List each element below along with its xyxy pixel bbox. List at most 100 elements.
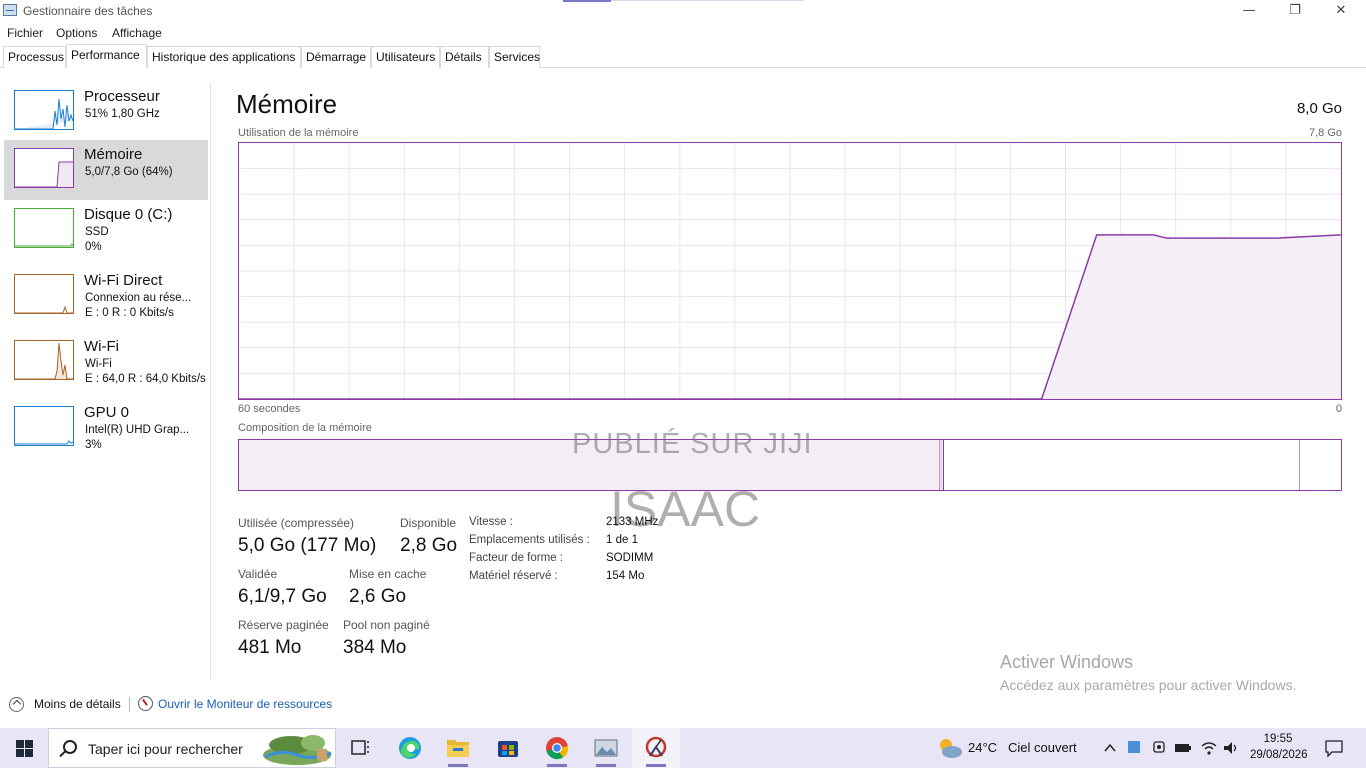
- weather-icon[interactable]: [936, 736, 964, 760]
- sidebar-item-detail: E : 64,0 R : 64,0 Kbits/s: [85, 373, 206, 385]
- defender-icon[interactable]: [1127, 740, 1141, 756]
- cpu-thumbnail: [14, 90, 74, 130]
- edge-icon[interactable]: [386, 728, 434, 768]
- sidebar-item-disque[interactable]: Disque 0 (C:) SSD 0%: [4, 200, 208, 260]
- watermark-line1: PUBLIÉ SUR JIJI: [572, 428, 813, 460]
- sidebar-item-detail: Intel(R) UHD Grap...: [85, 424, 190, 436]
- wifi-icon[interactable]: [1200, 739, 1218, 757]
- sidebar-item-label: Disque 0 (C:): [84, 206, 173, 223]
- sidebar-item-label: Mémoire: [84, 146, 143, 163]
- memory-thumbnail: [14, 148, 74, 188]
- performance-sidebar: Processeur 51% 1,80 GHz Mémoire 5,0/7,8 …: [0, 82, 211, 680]
- notifications-icon[interactable]: [1324, 738, 1344, 758]
- taskbar-clock[interactable]: 19:55 29/08/2026: [1250, 731, 1308, 763]
- sidebar-item-detail: 0%: [85, 241, 102, 253]
- battery-icon[interactable]: [1174, 740, 1192, 756]
- usage-chart-max: 7,8 Go: [1308, 127, 1342, 139]
- speed-value: 2133 MHz: [606, 516, 659, 528]
- resource-monitor-icon[interactable]: [138, 696, 153, 711]
- sidebar-item-detail: 3%: [85, 439, 102, 451]
- title-bar: Gestionnaire des tâches — ❐ ✕: [0, 0, 1366, 22]
- sidebar-item-detail: SSD: [85, 226, 109, 238]
- weather-description[interactable]: Ciel couvert: [1008, 740, 1077, 755]
- taskbar-search[interactable]: Taper ici pour rechercher: [48, 728, 336, 768]
- wifi-direct-thumbnail: [14, 274, 74, 314]
- cached-value: 2,6 Go: [349, 586, 407, 607]
- available-value: 2,8 Go: [400, 535, 458, 556]
- sidebar-item-wifi-direct[interactable]: Wi-Fi Direct Connexion au rése... E : 0 …: [4, 266, 208, 326]
- weather-temperature[interactable]: 24°C: [968, 740, 997, 755]
- cached-label: Mise en cache: [349, 567, 427, 581]
- memory-total: 8,0 Go: [1296, 100, 1342, 117]
- composition-label: Composition de la mémoire: [238, 422, 372, 434]
- nonpaged-pool-label: Pool non paginé: [343, 618, 430, 632]
- sidebar-item-label: Wi-Fi: [84, 338, 119, 355]
- minimize-button[interactable]: —: [1226, 0, 1272, 22]
- chevron-up-icon[interactable]: [1102, 740, 1118, 756]
- reserved-key: Matériel réservé :: [469, 570, 558, 582]
- watermark-line2: ISAAC: [610, 481, 761, 537]
- sidebar-item-label: GPU 0: [84, 404, 130, 421]
- chrome-icon[interactable]: [533, 728, 581, 768]
- committed-label: Validée: [238, 567, 278, 581]
- task-manager-taskbar-icon[interactable]: [632, 728, 680, 768]
- speed-key: Vitesse :: [469, 516, 513, 528]
- tab-services[interactable]: Services: [489, 46, 540, 68]
- sidebar-item-label: Processeur: [84, 88, 160, 105]
- tab-demarrage[interactable]: Démarrage: [301, 46, 371, 68]
- sidebar-item-detail: 5,0/7,8 Go (64%): [85, 166, 173, 178]
- menu-fichier[interactable]: Fichier: [7, 26, 43, 40]
- sidebar-item-detail: Connexion au rése...: [85, 292, 192, 304]
- window-title: Gestionnaire des tâches: [23, 4, 153, 18]
- less-details-button[interactable]: Moins de détails: [34, 697, 121, 711]
- search-input[interactable]: Taper ici pour rechercher: [88, 741, 243, 757]
- time-axis-end: 0: [1335, 403, 1342, 415]
- tab-performance[interactable]: Performance: [66, 44, 147, 68]
- sidebar-item-processeur[interactable]: Processeur 51% 1,80 GHz: [4, 82, 208, 142]
- search-highlight-icon: [263, 735, 332, 765]
- slots-key: Emplacements utilisés :: [469, 534, 590, 546]
- sidebar-item-label: Wi-Fi Direct: [84, 272, 163, 289]
- tab-processus[interactable]: Processus: [3, 46, 66, 68]
- store-icon[interactable]: [484, 728, 532, 768]
- page-title: Mémoire: [236, 89, 338, 119]
- form-factor-key: Facteur de forme :: [469, 552, 563, 564]
- clock-date: 29/08/2026: [1250, 749, 1308, 761]
- start-button[interactable]: [0, 728, 48, 768]
- title-accent: [563, 0, 611, 2]
- sidebar-item-detail: 51% 1,80 GHz: [85, 108, 160, 120]
- gpu-thumbnail: [14, 406, 74, 446]
- tab-historique[interactable]: Historique des applications: [147, 46, 301, 68]
- restore-button[interactable]: ❐: [1272, 0, 1318, 22]
- available-label: Disponible: [400, 516, 457, 530]
- form-factor-value: SODIMM: [606, 552, 654, 564]
- windows-logo-icon: [16, 740, 24, 748]
- committed-value: 6,1/9,7 Go: [238, 586, 327, 607]
- menu-affichage[interactable]: Affichage: [112, 26, 162, 40]
- task-manager-icon: [3, 4, 17, 16]
- used-label: Utilisée (compressée): [238, 516, 355, 530]
- sidebar-item-memoire[interactable]: Mémoire 5,0/7,8 Go (64%): [4, 140, 208, 200]
- memory-usage-svg: [238, 143, 1342, 400]
- chevron-up-icon[interactable]: [9, 697, 24, 712]
- divider: [129, 697, 130, 712]
- sidebar-item-wifi[interactable]: Wi-Fi Wi-Fi E : 64,0 R : 64,0 Kbits/s: [4, 332, 208, 392]
- status-bar: Moins de détails Ouvrir le Moniteur de r…: [0, 690, 1366, 728]
- time-axis-label: 60 secondes: [238, 403, 301, 415]
- photos-icon[interactable]: [582, 728, 630, 768]
- slots-value: 1 de 1: [606, 534, 638, 546]
- tab-details[interactable]: Détails: [440, 46, 489, 68]
- sidebar-item-gpu[interactable]: GPU 0 Intel(R) UHD Grap... 3%: [4, 398, 208, 458]
- task-view-button[interactable]: [336, 728, 384, 768]
- paged-pool-value: 481 Mo: [238, 637, 302, 658]
- tab-bar: Processus Performance Historique des app…: [0, 44, 1366, 68]
- menu-options[interactable]: Options: [56, 26, 97, 40]
- resource-monitor-link[interactable]: Ouvrir le Moniteur de ressources: [158, 697, 332, 711]
- file-explorer-icon[interactable]: [434, 728, 482, 768]
- tab-utilisateurs[interactable]: Utilisateurs: [371, 46, 440, 68]
- activate-windows-title: Activer Windows: [1000, 652, 1134, 672]
- volume-icon[interactable]: [1222, 739, 1240, 757]
- paged-pool-label: Réserve paginée: [238, 618, 329, 632]
- device-icon[interactable]: [1151, 739, 1167, 757]
- close-button[interactable]: ✕: [1318, 0, 1364, 22]
